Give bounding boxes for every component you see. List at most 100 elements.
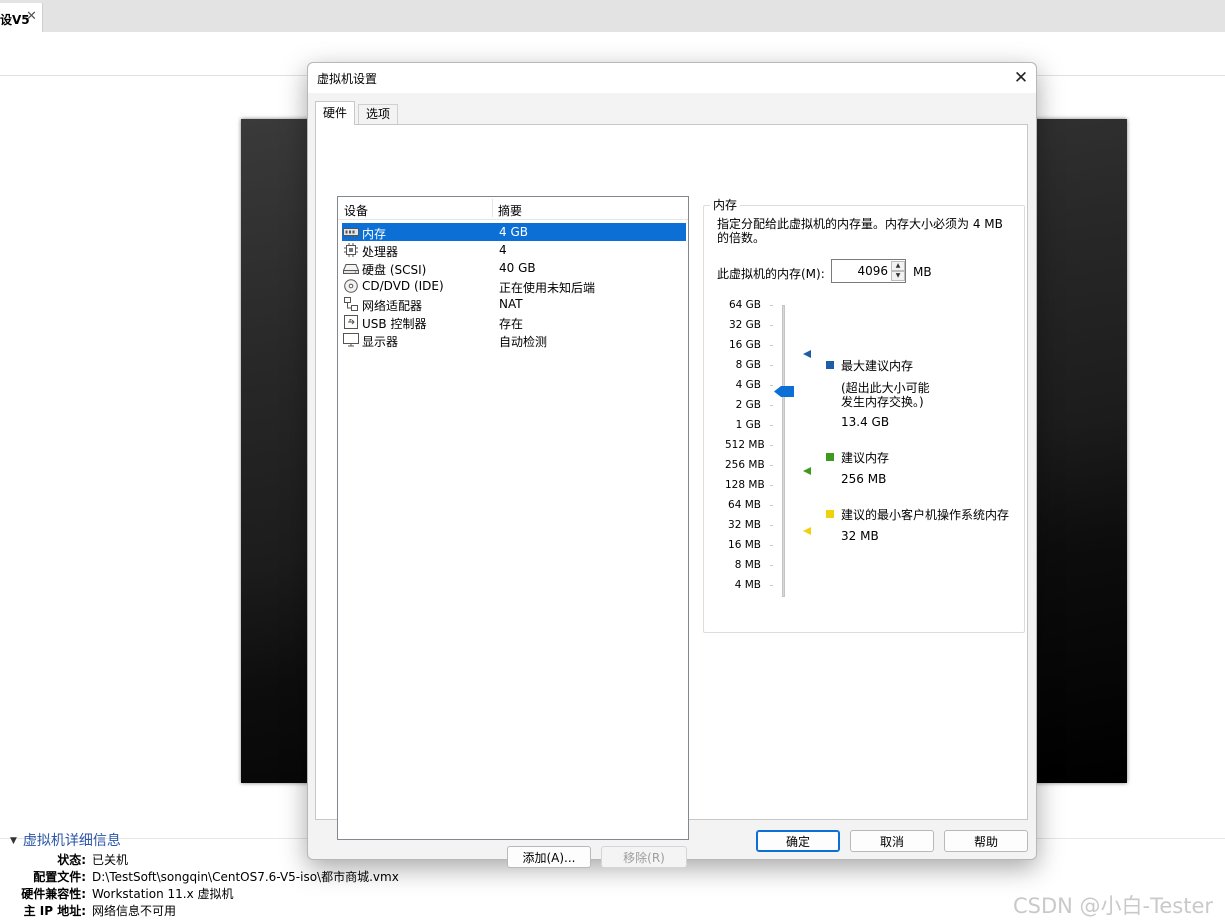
vm-details-header[interactable]: ▼ 虚拟机详细信息	[10, 830, 121, 850]
scale-label: 64 MB	[728, 499, 761, 511]
scale-tick	[770, 425, 773, 426]
device-row-usb[interactable]: USB 控制器 存在	[342, 313, 686, 331]
scale-tick	[770, 385, 773, 386]
device-name: 处理器	[362, 245, 399, 259]
column-header-summary[interactable]: 摘要	[498, 202, 522, 219]
harddisk-icon	[343, 264, 359, 274]
max-recommended-swatch	[826, 361, 834, 369]
recommended-title: 建议内存	[841, 451, 890, 465]
scale-tick	[770, 325, 773, 326]
scale-label: 2 GB	[735, 399, 761, 411]
tab-options[interactable]: 选项	[358, 104, 399, 124]
device-row-processor[interactable]: 处理器 4	[342, 241, 686, 259]
scale-label: 16 GB	[728, 339, 761, 351]
scale-tick	[770, 345, 773, 346]
max-recommended-title: 最大建议内存	[841, 359, 914, 373]
recommended-value: 256 MB	[841, 472, 887, 486]
memory-description: 指定分配给此虚拟机的内存量。内存大小必须为 4 MB 的倍数。	[717, 217, 1003, 245]
device-summary: 存在	[499, 317, 524, 331]
device-row-display[interactable]: 显示器 自动检测	[342, 331, 686, 349]
detail-value: 已关机	[92, 853, 129, 867]
scale-tick	[770, 305, 773, 306]
scale-label: 256 MB	[725, 459, 765, 471]
scale-label: 32 GB	[728, 319, 761, 331]
min-guest-swatch	[826, 510, 834, 518]
collapse-triangle-icon[interactable]: ▼	[10, 836, 17, 846]
device-name: 网络适配器	[362, 299, 423, 313]
device-row-memory[interactable]: 内存 4 GB	[342, 223, 686, 241]
device-summary: 4	[499, 243, 507, 257]
memory-size-stepper: ▲ ▼	[831, 259, 906, 283]
help-button[interactable]: 帮助	[944, 830, 1028, 852]
ok-button[interactable]: 确定	[756, 830, 840, 852]
scale-label: 16 MB	[728, 539, 761, 551]
scale-label: 4 MB	[734, 579, 761, 591]
scale-tick	[770, 525, 773, 526]
scale-label: 64 GB	[728, 299, 761, 311]
memory-size-input[interactable]	[834, 262, 888, 280]
display-icon	[343, 333, 359, 347]
detail-value: 网络信息不可用	[92, 904, 177, 918]
detail-key: 状态:	[57, 853, 86, 867]
detail-key: 主 IP 地址:	[23, 904, 86, 918]
scale-tick	[770, 465, 773, 466]
device-summary: 4 GB	[499, 225, 528, 239]
memory-size-label: 此虚拟机的内存(M):	[717, 267, 825, 281]
scale-tick	[770, 545, 773, 546]
vm-settings-dialog: 虚拟机设置 ✕ 硬件 选项 设备 摘要 内存 4 GB 处理器 4 硬盘 (SC…	[307, 62, 1037, 868]
detail-value: D:\TestSoft\songqin\CentOS7.6-V5-iso\都市商…	[92, 870, 399, 884]
vm-tab[interactable]: 设V5 ✕	[0, 3, 43, 32]
hardware-panel: 设备 摘要 内存 4 GB 处理器 4 硬盘 (SCSI) 40 GB CD/D…	[315, 124, 1028, 868]
scale-label: 8 GB	[735, 359, 761, 371]
device-name: CD/DVD (IDE)	[362, 279, 444, 293]
close-tab-icon[interactable]: ✕	[26, 9, 37, 24]
scale-label: 4 GB	[735, 379, 761, 391]
scale-tick	[770, 505, 773, 506]
device-list[interactable]: 设备 摘要 内存 4 GB 处理器 4 硬盘 (SCSI) 40 GB CD/D…	[337, 196, 689, 840]
device-name: 硬盘 (SCSI)	[362, 263, 427, 277]
device-row-harddisk[interactable]: 硬盘 (SCSI) 40 GB	[342, 259, 686, 277]
dialog-titlebar[interactable]: 虚拟机设置 ✕	[308, 63, 1036, 93]
device-summary: 40 GB	[499, 261, 536, 275]
spin-down-icon[interactable]: ▼	[891, 271, 905, 281]
device-name: 内存	[362, 227, 387, 241]
tab-hardware[interactable]: 硬件	[315, 101, 356, 125]
scale-label: 1 GB	[735, 419, 761, 431]
max-recommended-note: (超出此大小可能 发生内存交换。)	[841, 381, 930, 409]
device-row-network-adapter[interactable]: 网络适配器 NAT	[342, 295, 686, 313]
cpu-icon	[344, 243, 358, 257]
usb-icon	[344, 315, 358, 329]
device-summary: NAT	[499, 297, 523, 311]
remove-device-button[interactable]: 移除(R)	[601, 846, 687, 868]
memory-unit: MB	[913, 265, 932, 279]
scale-label: 32 MB	[728, 519, 761, 531]
device-name: 显示器	[362, 335, 399, 349]
spin-up-icon[interactable]: ▲	[891, 261, 905, 271]
device-list-header: 设备 摘要	[338, 197, 688, 220]
scale-tick	[770, 405, 773, 406]
cancel-button[interactable]: 取消	[850, 830, 934, 852]
device-row-cd-dvd[interactable]: CD/DVD (IDE) 正在使用未知后端	[342, 277, 686, 295]
column-header-device[interactable]: 设备	[344, 202, 368, 219]
scale-tick	[770, 585, 773, 586]
scale-tick	[770, 485, 773, 486]
memory-group-title: 内存	[710, 196, 741, 213]
detail-key: 硬件兼容性:	[21, 887, 86, 901]
detail-value: Workstation 11.x 虚拟机	[92, 887, 234, 901]
add-device-button[interactable]: 添加(A)...	[507, 846, 591, 868]
min-guest-marker-icon	[803, 527, 811, 535]
memory-icon	[343, 228, 359, 238]
close-icon[interactable]: ✕	[1008, 64, 1034, 92]
memory-slider-track[interactable]	[782, 305, 785, 597]
scale-tick	[770, 565, 773, 566]
vm-details-title: 虚拟机详细信息	[22, 833, 121, 849]
detail-key: 配置文件:	[33, 870, 86, 884]
network-adapter-icon	[344, 297, 358, 311]
scale-label: 512 MB	[725, 439, 765, 451]
dialog-title: 虚拟机设置	[317, 72, 378, 86]
column-separator[interactable]	[492, 199, 493, 217]
recommended-swatch	[826, 453, 834, 461]
device-name: USB 控制器	[362, 317, 427, 331]
max-recommended-value: 13.4 GB	[841, 415, 890, 429]
app-tab-bar: 设V5 ✕	[0, 0, 1225, 32]
